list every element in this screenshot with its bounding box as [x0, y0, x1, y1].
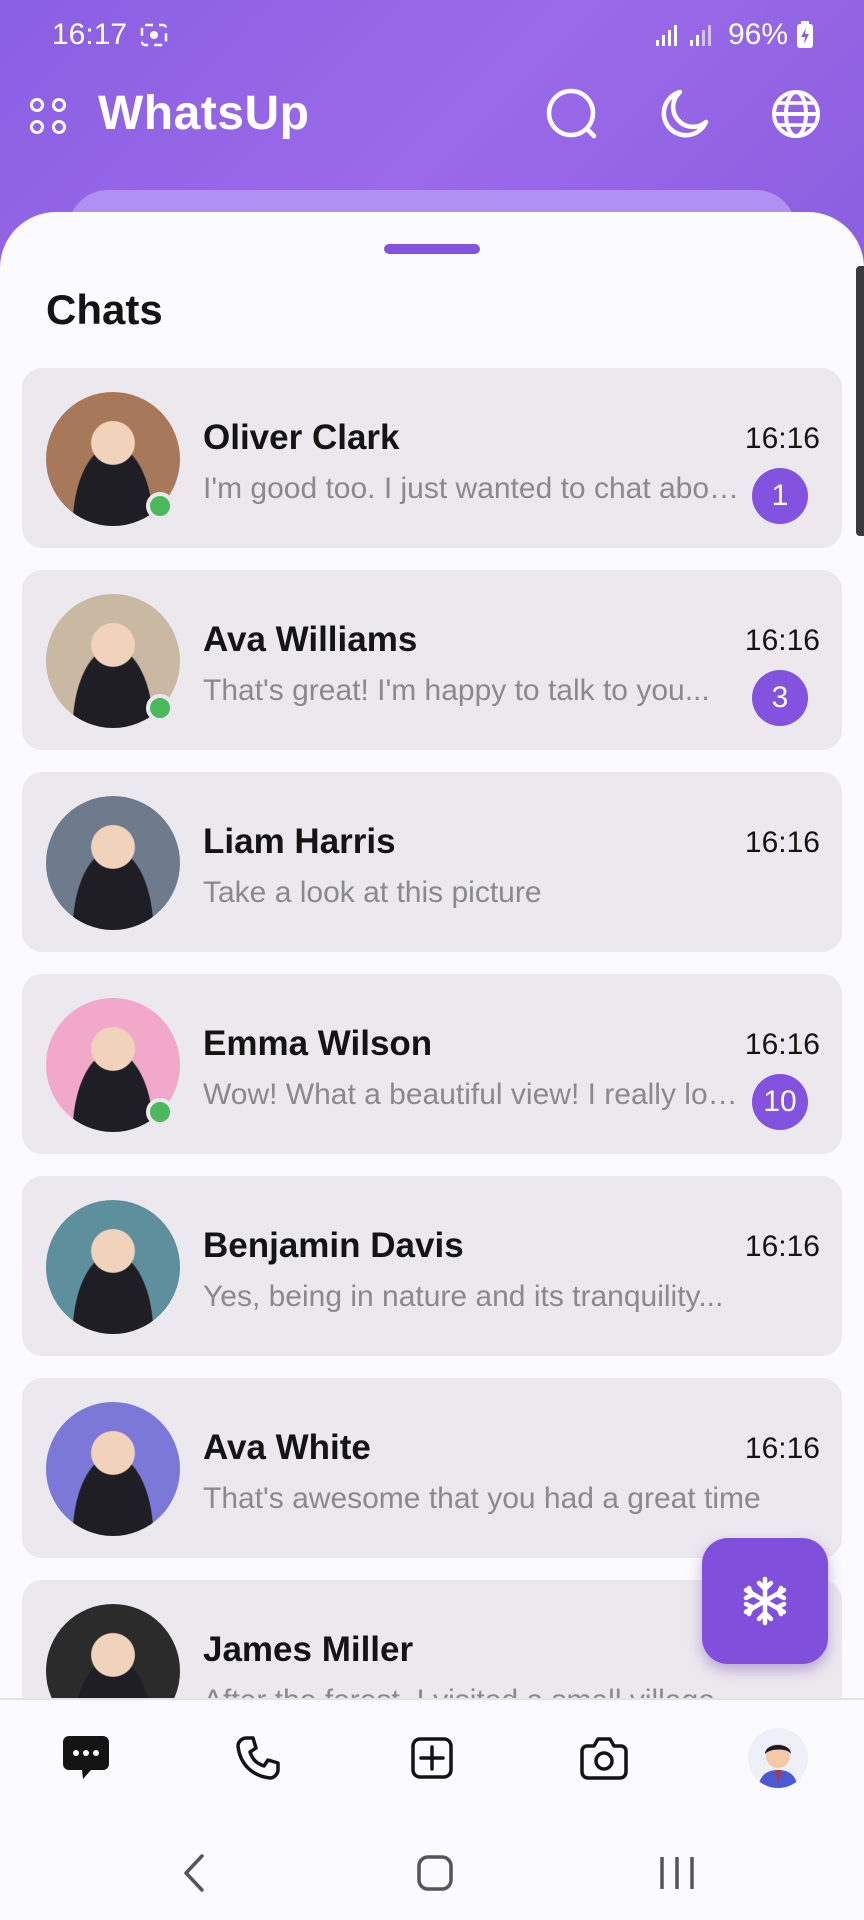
chat-name: Oliver Clark — [203, 418, 400, 457]
chat-bubble-icon — [63, 1736, 109, 1779]
app-title: WhatsUp — [98, 87, 310, 140]
page-title: Chats — [46, 286, 163, 333]
chat-item[interactable]: Liam Harris Take a look at this picture 16… — [22, 772, 842, 952]
signal-icon — [689, 25, 711, 46]
back-icon[interactable] — [170, 1848, 220, 1898]
home-icon[interactable] — [410, 1848, 460, 1898]
chat-name: Benjamin Davis — [203, 1226, 464, 1265]
signal-icon — [655, 25, 677, 46]
fab-button[interactable] — [702, 1538, 828, 1664]
bottom-navigation — [0, 1698, 864, 1820]
scrollbar[interactable] — [856, 266, 864, 536]
chat-last-message: That's awesome that you had a great time — [203, 1482, 761, 1515]
drag-handle[interactable] — [384, 244, 480, 254]
battery-charging-icon — [797, 21, 813, 48]
avatar[interactable] — [748, 1728, 808, 1788]
chat-name: Ava Williams — [203, 620, 418, 659]
phone-icon — [236, 1736, 280, 1780]
online-status-indicator — [146, 694, 174, 722]
chat-item[interactable]: Ava Williams That's great! I'm happy to t… — [22, 570, 842, 750]
chat-last-message: That's great! I'm happy to talk to you..… — [203, 674, 710, 707]
chat-last-message: Yes, being in nature and its tranquility… — [203, 1280, 724, 1313]
avatar[interactable] — [46, 796, 180, 930]
unread-count-badge: 10 — [752, 1074, 808, 1130]
chat-timestamp: 16:16 — [744, 826, 820, 859]
screen-record-icon — [140, 23, 168, 47]
camera-icon — [580, 1737, 628, 1780]
chat-name: James Miller — [203, 1630, 414, 1669]
status-bar: 16:17 96% — [0, 0, 864, 72]
chat-item[interactable]: Ava White That's awesome that you had a g… — [22, 1378, 842, 1558]
chat-last-message: Take a look at this picture — [203, 876, 542, 909]
system-navigation — [0, 1820, 864, 1920]
chat-item[interactable]: Oliver Clark I'm good too. I just wanted … — [22, 368, 842, 548]
nav-calls[interactable] — [228, 1728, 288, 1788]
status-time: 16:17 — [52, 18, 128, 51]
chat-timestamp: 16:16 — [744, 1028, 820, 1061]
chat-timestamp: 16:16 — [744, 422, 820, 455]
plus-square-icon — [411, 1737, 453, 1779]
search-icon[interactable] — [544, 86, 600, 142]
recents-icon[interactable] — [652, 1848, 702, 1898]
chat-timestamp: 16:16 — [744, 624, 820, 657]
chat-name: Liam Harris — [203, 822, 396, 861]
nav-chats[interactable] — [56, 1728, 116, 1788]
chat-item[interactable]: Benjamin Davis Yes, being in nature and i… — [22, 1176, 842, 1356]
moon-icon[interactable] — [656, 86, 712, 142]
avatar[interactable] — [46, 1402, 180, 1536]
unread-count-badge: 3 — [752, 670, 808, 726]
nav-camera[interactable] — [574, 1728, 634, 1788]
app-bar: WhatsUp — [0, 80, 864, 150]
grid-dots-icon[interactable] — [28, 96, 68, 136]
online-status-indicator — [146, 492, 174, 520]
profile-avatar-icon — [748, 1728, 808, 1788]
snowflake-icon — [743, 1576, 787, 1626]
globe-icon[interactable] — [768, 86, 824, 142]
unread-count-badge: 1 — [752, 468, 808, 524]
battery-percent: 96% — [727, 18, 788, 51]
chat-timestamp: 16:16 — [744, 1432, 820, 1465]
online-status-indicator — [146, 1098, 174, 1126]
chat-name: Emma Wilson — [203, 1024, 433, 1063]
chat-item[interactable]: Emma Wilson Wow! What a beautiful view! I… — [22, 974, 842, 1154]
avatar[interactable] — [46, 1200, 180, 1334]
chat-timestamp: 16:16 — [744, 1230, 820, 1263]
chat-last-message: Wow! What a beautiful view! I really lov… — [203, 1078, 748, 1111]
nav-new[interactable] — [402, 1728, 462, 1788]
chat-name: Ava White — [203, 1428, 371, 1467]
chat-last-message: I'm good too. I just wanted to chat abou… — [203, 472, 748, 505]
